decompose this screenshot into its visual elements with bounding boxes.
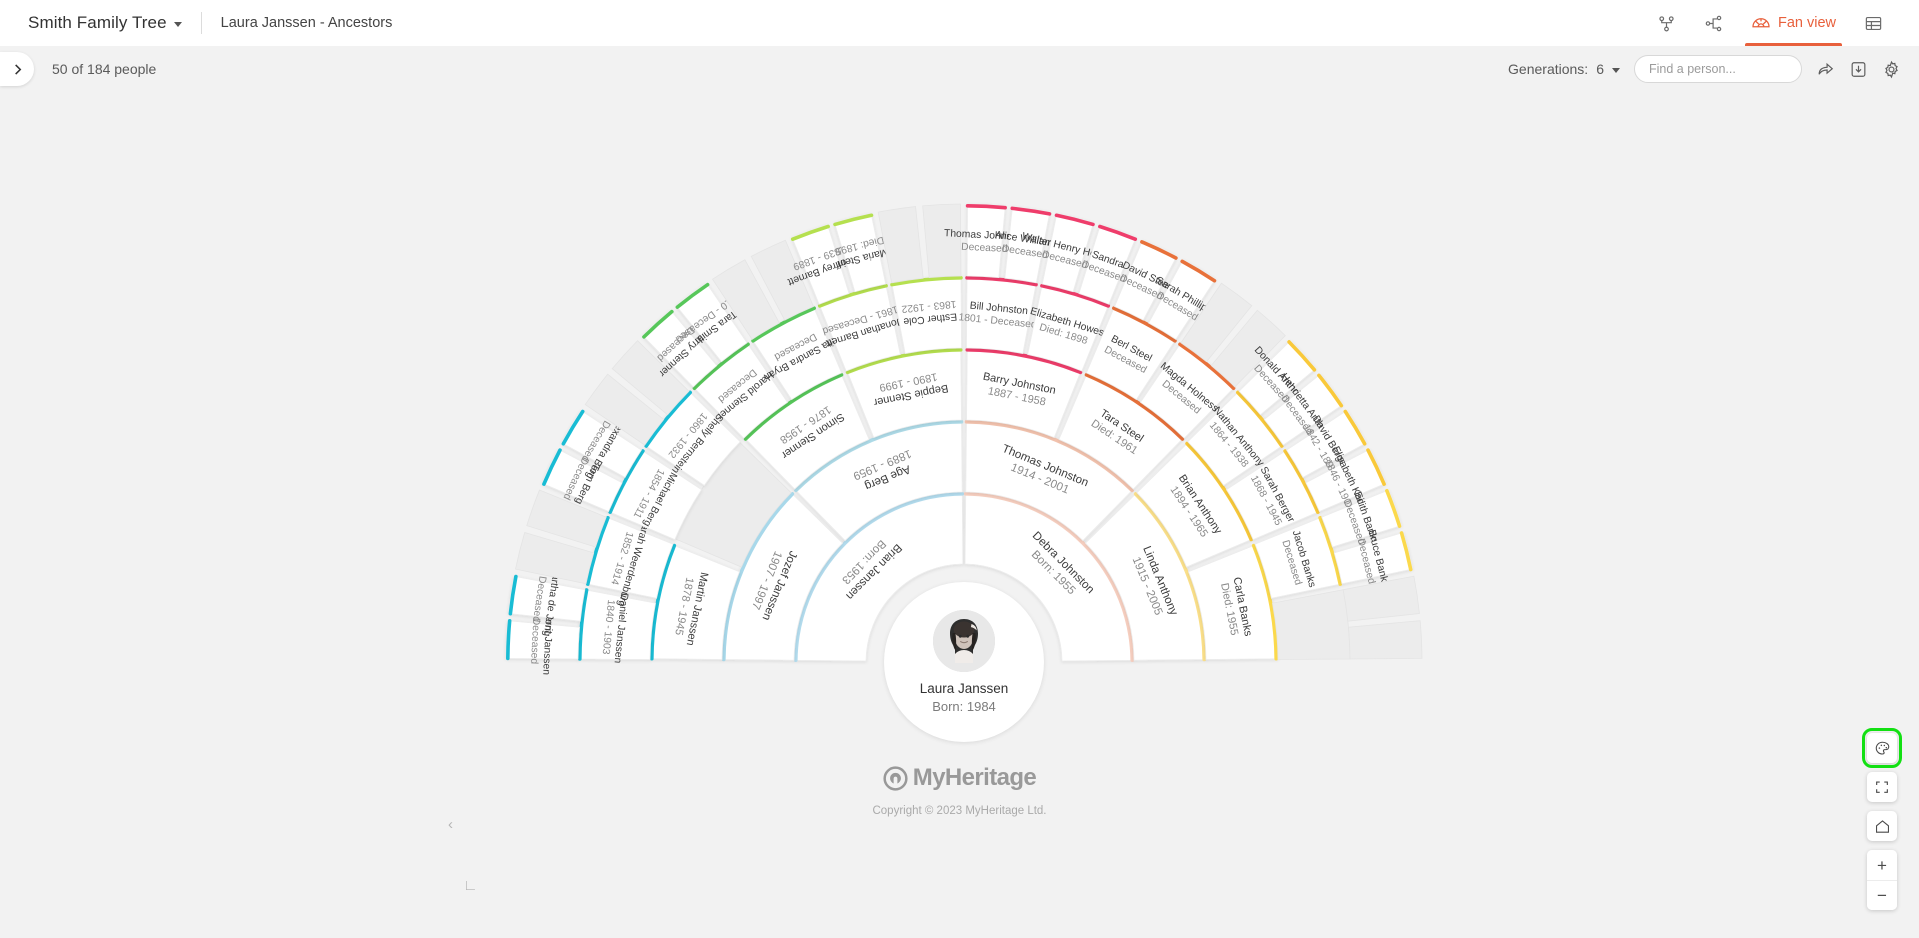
fan-segment-empty	[922, 203, 962, 279]
fan-segment-empty	[877, 206, 924, 284]
subject-title: Laura Janssen - Ancestors	[220, 15, 393, 31]
zoom-out-button[interactable]: −	[1867, 880, 1897, 910]
chevron-down-icon	[173, 22, 182, 27]
center-person-card[interactable]: Laura Janssen Born: 1984	[884, 582, 1044, 742]
sidebar-toggle-button[interactable]	[0, 52, 34, 86]
fullscreen-button[interactable]	[1867, 772, 1897, 802]
nav-left-arrow[interactable]: ‹	[448, 816, 453, 833]
fan-segment[interactable]: Esther Cole1863 - 1922	[890, 275, 963, 355]
fullscreen-icon	[1876, 781, 1888, 793]
zoom-in-label: +	[1877, 855, 1887, 875]
view-pedigree-button[interactable]	[1643, 0, 1690, 46]
portrait-photo	[933, 610, 995, 672]
search-input[interactable]	[1649, 62, 1810, 76]
segment-shape	[1342, 575, 1420, 622]
chevron-right-icon	[14, 63, 21, 75]
view-fan-label: Fan view	[1777, 15, 1836, 31]
avatar	[933, 610, 995, 672]
segment-shape	[922, 203, 962, 279]
download-button[interactable]	[1849, 60, 1868, 79]
generations-dropdown[interactable]: Generations: 6	[1508, 61, 1620, 77]
top-bar: Smith Family Tree Laura Janssen - Ancest…	[0, 0, 1919, 46]
settings-icon	[1885, 60, 1898, 78]
sub-bar-actions: Generations: 6	[1508, 55, 1901, 83]
tree-name-label: Smith Family Tree	[28, 13, 167, 32]
fan-segment-empty	[1347, 620, 1423, 660]
chevron-down-icon	[1612, 68, 1620, 73]
fan-segment-empty	[1271, 589, 1351, 660]
nav-corner-arrow[interactable]: ∟	[463, 877, 478, 894]
segment-shape	[1347, 620, 1423, 660]
settings-button[interactable]	[1882, 60, 1901, 79]
fan-segment-empty	[1342, 575, 1420, 622]
home-icon	[1875, 819, 1889, 833]
view-switcher: Fan view	[1643, 0, 1897, 46]
sub-bar: 50 of 184 people Generations: 6	[0, 46, 1919, 92]
center-person-detail: Born: 1984	[932, 699, 996, 714]
palette-button[interactable]	[1862, 728, 1902, 768]
segment-shape	[877, 206, 924, 284]
segment-color-arc	[965, 204, 1007, 210]
fan-icon	[1752, 18, 1770, 28]
fan-svg[interactable]: Brian JanssenBorn: 1953 Debra JohnstonBor…	[0, 92, 1919, 938]
center-person-name: Laura Janssen	[919, 681, 1009, 696]
segment-color-arc	[506, 619, 512, 661]
floating-controls: + −	[1862, 728, 1902, 910]
pedigree-icon	[1659, 15, 1674, 31]
search-box[interactable]	[1634, 55, 1810, 83]
chart-canvas[interactable]: Brian JanssenBorn: 1953 Debra JohnstonBor…	[0, 92, 1919, 938]
zoom-in-button[interactable]: +	[1867, 850, 1897, 880]
fan-segment[interactable]: Bill Johnston1801 - Deceased	[958, 275, 1039, 355]
view-list-button[interactable]	[1850, 0, 1897, 46]
tree-name-dropdown[interactable]: Smith Family Tree	[28, 13, 182, 33]
table-icon	[1865, 16, 1882, 30]
view-family-button[interactable]	[1690, 0, 1737, 46]
generations-value: 6	[1596, 61, 1604, 77]
family-tree-icon	[1705, 15, 1722, 31]
fan-chart[interactable]: Brian JanssenBorn: 1953 Debra JohnstonBor…	[0, 92, 1919, 938]
share-icon	[1818, 62, 1834, 75]
segment-shape	[1271, 589, 1351, 660]
view-fan-button[interactable]: Fan view	[1737, 0, 1850, 46]
palette-icon	[1875, 741, 1889, 755]
download-icon	[1851, 61, 1866, 77]
zoom-controls: + −	[1867, 850, 1897, 910]
share-button[interactable]	[1816, 60, 1835, 79]
people-count-label: 50 of 184 people	[52, 61, 157, 77]
divider	[200, 12, 202, 34]
home-button[interactable]	[1867, 811, 1897, 841]
generations-label: Generations:	[1508, 61, 1589, 77]
zoom-out-label: −	[1877, 886, 1887, 905]
